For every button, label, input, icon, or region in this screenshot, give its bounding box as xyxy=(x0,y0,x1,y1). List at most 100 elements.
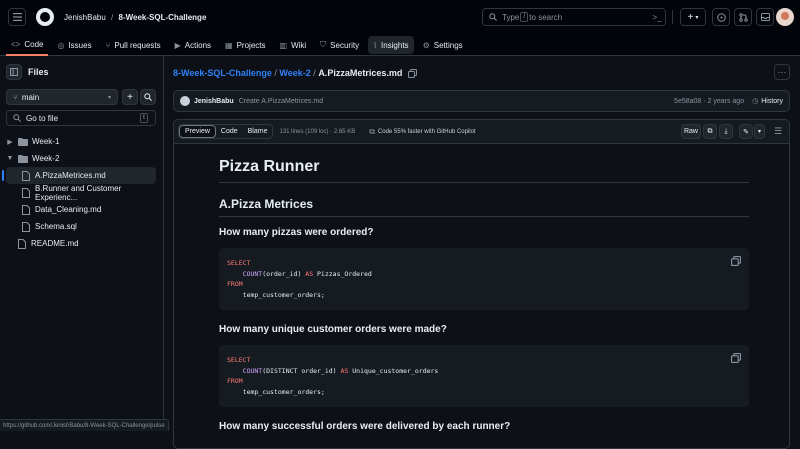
code-keyword: SELECT xyxy=(227,356,250,364)
view-mode-switch: Preview Code Blame xyxy=(178,124,273,139)
file-icon xyxy=(18,239,26,249)
branch-selector[interactable]: ⑂ main ▾ xyxy=(6,89,118,105)
breadcrumb-separator: / xyxy=(274,68,277,78)
search-icon xyxy=(144,93,152,101)
code-text: Pizzas_Ordered xyxy=(313,270,372,278)
code-text: Unique_customer_orders xyxy=(348,367,438,375)
branch-name: main xyxy=(22,93,39,102)
header-divider xyxy=(672,10,673,24)
copilot-promo[interactable]: Code 55% faster with GitHub Copilot xyxy=(378,129,476,135)
avatar xyxy=(180,96,190,106)
history-link[interactable]: History xyxy=(761,98,783,105)
issues-icon[interactable] xyxy=(712,8,730,26)
raw-button[interactable]: Raw xyxy=(681,124,701,139)
tab-settings[interactable]: ⚙ Settings xyxy=(418,36,468,54)
code-icon: <> xyxy=(11,40,20,49)
tree-item-label: B.Runner and Customer Experienc... xyxy=(35,184,164,202)
doc-section-heading: A.Pizza Metrices xyxy=(219,193,749,217)
tree-item-readme[interactable]: README.md xyxy=(0,235,164,252)
commit-message[interactable]: Create A.PizzaMetrices.md xyxy=(239,98,323,105)
tab-wiki[interactable]: ▥Wiki xyxy=(275,36,312,54)
outline-list-icon[interactable]: ☰ xyxy=(771,126,785,137)
commit-author[interactable]: JenishBabu xyxy=(194,98,234,105)
add-file-button[interactable]: + xyxy=(122,89,138,105)
owner-link[interactable]: JenishBabu xyxy=(64,13,106,22)
create-new-button[interactable]: +▾ xyxy=(680,8,706,26)
edit-pencil-icon[interactable]: ✎ xyxy=(739,124,753,139)
plus-icon: + xyxy=(127,92,133,103)
github-logo-icon[interactable] xyxy=(36,8,54,26)
tree-item-schema[interactable]: Schema.sql xyxy=(0,218,164,235)
tab-code[interactable]: <> Code xyxy=(6,34,48,56)
copy-raw-icon[interactable]: ⧉ xyxy=(703,124,717,139)
issue-icon: ◎ xyxy=(57,41,64,50)
tab-label: Actions xyxy=(185,41,211,50)
tree-item-a-pizzametrices[interactable]: A.PizzaMetrices.md xyxy=(6,167,156,184)
tab-label: Insights xyxy=(381,41,409,50)
command-palette-icon[interactable]: >_ xyxy=(648,8,666,26)
chevron-down-icon: ▾ xyxy=(695,14,698,21)
code-function: COUNT xyxy=(243,367,263,375)
tree-item-label: Data_Cleaning.md xyxy=(35,205,101,214)
file-tree-sidebar: Files ⑂ main ▾ + Go to file t ▶ Week-1 ▼… xyxy=(0,56,164,431)
tab-issues[interactable]: ◎ Issues xyxy=(52,36,96,54)
tab-security[interactable]: ⛉Security xyxy=(315,36,364,54)
code-indent xyxy=(227,270,243,278)
code-tab[interactable]: Code xyxy=(216,125,243,138)
question-heading-1: How many pizzas were ordered? xyxy=(219,227,749,238)
code-keyword: FROM xyxy=(227,280,243,288)
tree-item-label: Week-2 xyxy=(32,154,59,163)
markdown-body: Pizza Runner A.Pizza Metrices How many p… xyxy=(219,150,749,442)
copy-path-icon[interactable] xyxy=(408,69,417,78)
collapse-sidebar-icon[interactable] xyxy=(6,64,22,80)
breadcrumb-separator: / xyxy=(313,68,316,78)
file-meta: 131 lines (109 loc) · 2.65 KB xyxy=(279,129,355,135)
history-icon: ◷ xyxy=(752,97,758,105)
download-icon[interactable]: ⤓ xyxy=(719,124,733,139)
tab-label: Issues xyxy=(68,41,91,50)
repo-link[interactable]: 8-Week-SQL-Challenge xyxy=(119,13,207,22)
tab-label: Security xyxy=(330,41,359,50)
avatar[interactable] xyxy=(776,8,794,26)
tab-label: Settings xyxy=(434,41,463,50)
tree-item-label: Week-1 xyxy=(32,137,59,146)
more-options-icon[interactable]: ··· xyxy=(774,64,790,80)
menu-icon[interactable] xyxy=(8,8,26,26)
breadcrumb-separator: / xyxy=(111,13,113,22)
breadcrumb-folder-link[interactable]: Week-2 xyxy=(279,68,310,78)
file-tree: ▶ Week-1 ▼ Week-2 A.PizzaMetrices.md B.R… xyxy=(0,133,164,252)
tab-insights[interactable]: ⌇Insights xyxy=(368,36,413,54)
code-keyword: FROM xyxy=(227,377,243,385)
tab-label: Projects xyxy=(237,41,266,50)
tree-item-b-runner[interactable]: B.Runner and Customer Experienc... xyxy=(0,184,164,201)
preview-tab[interactable]: Preview xyxy=(179,125,216,138)
search-files-button[interactable] xyxy=(140,89,156,105)
breadcrumb-repo-link[interactable]: 8-Week-SQL-Challenge xyxy=(173,68,272,78)
blame-tab[interactable]: Blame xyxy=(243,125,273,138)
tab-pull-requests[interactable]: ⑂Pull requests xyxy=(101,36,166,54)
code-text: temp_customer_orders; xyxy=(227,388,325,396)
breadcrumb-file-name: A.PizzaMetrices.md xyxy=(318,68,402,78)
file-icon xyxy=(22,188,30,198)
tab-label: Code xyxy=(24,40,43,49)
file-toolbar: Preview Code Blame 131 lines (109 loc) ·… xyxy=(174,120,789,144)
folder-open-icon xyxy=(18,155,28,163)
edit-dropdown-chevron-icon[interactable]: ▾ xyxy=(754,124,765,139)
tab-label: Pull requests xyxy=(114,41,160,50)
copy-code-icon[interactable] xyxy=(731,256,741,266)
tree-item-week-1[interactable]: ▶ Week-1 xyxy=(0,133,164,150)
pull-requests-icon[interactable] xyxy=(734,8,752,26)
gear-icon: ⚙ xyxy=(423,41,430,50)
tree-item-data-cleaning[interactable]: Data_Cleaning.md xyxy=(0,201,164,218)
copy-code-icon[interactable] xyxy=(731,353,741,363)
inbox-icon[interactable] xyxy=(756,8,774,26)
tree-item-label: Schema.sql xyxy=(35,222,77,231)
search-input[interactable]: Type / to search xyxy=(482,8,666,26)
commit-hash-time[interactable]: 5e58a08 · 2 years ago xyxy=(674,98,744,105)
tree-item-week-2[interactable]: ▼ Week-2 xyxy=(0,150,164,167)
go-to-file-input[interactable]: Go to file t xyxy=(6,110,156,126)
tab-actions[interactable]: ▶Actions xyxy=(170,36,216,54)
tab-projects[interactable]: ▦Projects xyxy=(220,36,270,54)
wiki-icon: ▥ xyxy=(280,41,288,50)
latest-commit-bar: JenishBabu Create A.PizzaMetrices.md 5e5… xyxy=(173,90,790,112)
